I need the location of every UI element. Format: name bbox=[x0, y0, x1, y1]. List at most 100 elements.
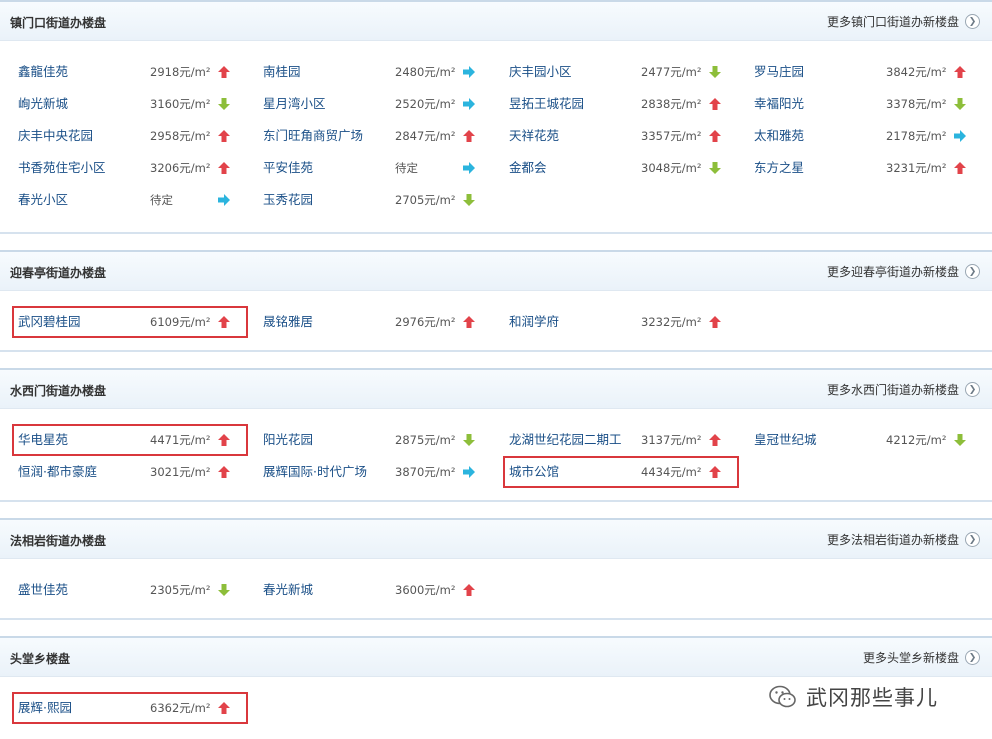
property-price: 6109元/m² bbox=[150, 315, 211, 329]
property-name-link[interactable]: 星月湾小区 bbox=[263, 94, 326, 114]
trend-up-arrow-icon bbox=[463, 316, 475, 328]
property-name-link[interactable]: 罗马庄园 bbox=[754, 62, 804, 82]
more-link[interactable]: 更多迎春亭街道办新楼盘 ❯ bbox=[827, 263, 980, 280]
property-name-link[interactable]: 恒润·都市豪庭 bbox=[18, 462, 97, 482]
trend-flat-arrow-icon bbox=[463, 98, 475, 110]
property-item[interactable]: 武冈碧桂园 6109元/m² bbox=[18, 312, 248, 332]
chevron-right-icon[interactable]: ❯ bbox=[965, 382, 980, 397]
property-item[interactable]: 华电星苑 4471元/m² bbox=[18, 430, 248, 450]
property-item[interactable]: 城市公馆 4434元/m² bbox=[509, 462, 739, 482]
section-title: 迎春亭街道办楼盘 bbox=[10, 266, 107, 280]
property-name-link[interactable]: 皇冠世纪城 bbox=[754, 430, 817, 450]
property-name-link[interactable]: 幸福阳光 bbox=[754, 94, 804, 114]
chevron-right-icon[interactable]: ❯ bbox=[965, 532, 980, 547]
property-name-link[interactable]: 展辉·熙园 bbox=[18, 698, 72, 718]
more-link[interactable]: 更多头堂乡新楼盘 ❯ bbox=[863, 649, 980, 666]
property-item[interactable]: 太和雅苑 2178元/m² bbox=[754, 126, 984, 146]
property-item[interactable]: 展辉·熙园 6362元/m² bbox=[18, 698, 248, 718]
property-price: 3870元/m² bbox=[395, 465, 456, 479]
property-name-link[interactable]: 盛世佳苑 bbox=[18, 580, 68, 600]
more-link[interactable]: 更多水西门街道办新楼盘 ❯ bbox=[827, 381, 980, 398]
trend-up-arrow-icon bbox=[709, 316, 721, 328]
property-item[interactable]: 晟铭雅居 2976元/m² bbox=[263, 312, 493, 332]
more-link[interactable]: 更多镇门口街道办新楼盘 ❯ bbox=[827, 13, 980, 30]
property-price: 4434元/m² bbox=[641, 465, 702, 479]
trend-up-arrow-icon bbox=[709, 98, 721, 110]
chevron-right-icon[interactable]: ❯ bbox=[965, 14, 980, 29]
property-price: 2178元/m² bbox=[886, 129, 947, 143]
property-price: 3021元/m² bbox=[150, 465, 211, 479]
property-price: 2847元/m² bbox=[395, 129, 456, 143]
property-price: 2976元/m² bbox=[395, 315, 456, 329]
property-item[interactable]: 星月湾小区 2520元/m² bbox=[263, 94, 493, 114]
property-name-link[interactable]: 东门旺角商贸广场 bbox=[263, 126, 363, 146]
property-item[interactable]: 昱拓王城花园 2838元/m² bbox=[509, 94, 739, 114]
property-item[interactable]: 平安佳苑 待定 bbox=[263, 158, 493, 178]
trend-up-arrow-icon bbox=[218, 130, 230, 142]
watermark-text: 武冈那些事儿 bbox=[806, 686, 938, 710]
property-item[interactable]: 幸福阳光 3378元/m² bbox=[754, 94, 984, 114]
property-item[interactable]: 庆丰园小区 2477元/m² bbox=[509, 62, 739, 82]
property-item[interactable]: 玉秀花园 2705元/m² bbox=[263, 190, 493, 210]
property-name-link[interactable]: 金都会 bbox=[509, 158, 547, 178]
property-name-link[interactable]: 庆丰中央花园 bbox=[18, 126, 93, 146]
property-name-link[interactable]: 南桂园 bbox=[263, 62, 301, 82]
trend-up-arrow-icon bbox=[218, 702, 230, 714]
chevron-right-icon[interactable]: ❯ bbox=[965, 264, 980, 279]
property-name-link[interactable]: 太和雅苑 bbox=[754, 126, 804, 146]
property-name-link[interactable]: 和润学府 bbox=[509, 312, 559, 332]
trend-flat-arrow-icon bbox=[463, 66, 475, 78]
property-name-link[interactable]: 昱拓王城花园 bbox=[509, 94, 584, 114]
property-item[interactable]: 阳光花园 2875元/m² bbox=[263, 430, 493, 450]
trend-flat-arrow-icon bbox=[218, 194, 230, 206]
property-name-link[interactable]: 书香苑住宅小区 bbox=[18, 158, 106, 178]
property-name-link[interactable]: 鑫龍佳苑 bbox=[18, 62, 68, 82]
section-yingchunting: 迎春亭街道办楼盘 更多迎春亭街道办新楼盘 ❯ 武冈碧桂园 6109元/m² 晟铭雅居 2… bbox=[0, 250, 992, 352]
property-name-link[interactable]: 平安佳苑 bbox=[263, 158, 313, 178]
property-name-link[interactable]: 晟铭雅居 bbox=[263, 312, 313, 332]
property-name-link[interactable]: 春光小区 bbox=[18, 190, 68, 210]
property-name-link[interactable]: 东方之星 bbox=[754, 158, 804, 178]
property-item[interactable]: 春光小区 待定 bbox=[18, 190, 248, 210]
property-item[interactable]: 东方之星 3231元/m² bbox=[754, 158, 984, 178]
property-item[interactable]: 罗马庄园 3842元/m² bbox=[754, 62, 984, 82]
property-price: 3137元/m² bbox=[641, 433, 702, 447]
trend-up-arrow-icon bbox=[709, 466, 721, 478]
property-item[interactable]: 鑫龍佳苑 2918元/m² bbox=[18, 62, 248, 82]
chevron-right-icon[interactable]: ❯ bbox=[965, 650, 980, 665]
property-item[interactable]: 庆丰中央花园 2958元/m² bbox=[18, 126, 248, 146]
property-name-link[interactable]: 城市公馆 bbox=[509, 462, 559, 482]
property-item[interactable]: 东门旺角商贸广场 2847元/m² bbox=[263, 126, 493, 146]
property-name-link[interactable]: 春光新城 bbox=[263, 580, 313, 600]
property-price: 2520元/m² bbox=[395, 97, 456, 111]
property-item[interactable]: 春光新城 3600元/m² bbox=[263, 580, 493, 600]
trend-up-arrow-icon bbox=[218, 162, 230, 174]
property-name-link[interactable]: 展辉国际·时代广场 bbox=[263, 462, 367, 482]
property-item[interactable]: 龙湖世纪花园二期工 3137元/m² bbox=[509, 430, 739, 450]
property-name-link[interactable]: 华电星苑 bbox=[18, 430, 68, 450]
section-header: 迎春亭街道办楼盘 更多迎春亭街道办新楼盘 ❯ bbox=[0, 252, 992, 291]
property-item[interactable]: 金都会 3048元/m² bbox=[509, 158, 739, 178]
property-name-link[interactable]: 庆丰园小区 bbox=[509, 62, 572, 82]
property-name-link[interactable]: 天祥花苑 bbox=[509, 126, 559, 146]
property-name-link[interactable]: 武冈碧桂园 bbox=[18, 312, 81, 332]
property-item[interactable]: 南桂园 2480元/m² bbox=[263, 62, 493, 82]
property-item[interactable]: 峋光新城 3160元/m² bbox=[18, 94, 248, 114]
property-name-link[interactable]: 峋光新城 bbox=[18, 94, 68, 114]
property-item[interactable]: 皇冠世纪城 4212元/m² bbox=[754, 430, 984, 450]
property-item[interactable]: 书香苑住宅小区 3206元/m² bbox=[18, 158, 248, 178]
property-price: 2958元/m² bbox=[150, 129, 211, 143]
property-item[interactable]: 展辉国际·时代广场 3870元/m² bbox=[263, 462, 493, 482]
trend-down-arrow-icon bbox=[463, 194, 475, 206]
property-item[interactable]: 盛世佳苑 2305元/m² bbox=[18, 580, 248, 600]
property-name-link[interactable]: 龙湖世纪花园二期工 bbox=[509, 430, 622, 450]
trend-up-arrow-icon bbox=[709, 434, 721, 446]
more-link[interactable]: 更多法相岩街道办新楼盘 ❯ bbox=[827, 531, 980, 548]
property-price: 3600元/m² bbox=[395, 583, 456, 597]
property-item[interactable]: 和润学府 3232元/m² bbox=[509, 312, 739, 332]
property-item[interactable]: 天祥花苑 3357元/m² bbox=[509, 126, 739, 146]
property-name-link[interactable]: 阳光花园 bbox=[263, 430, 313, 450]
property-name-link[interactable]: 玉秀花园 bbox=[263, 190, 313, 210]
property-item[interactable]: 恒润·都市豪庭 3021元/m² bbox=[18, 462, 248, 482]
trend-flat-arrow-icon bbox=[463, 466, 475, 478]
